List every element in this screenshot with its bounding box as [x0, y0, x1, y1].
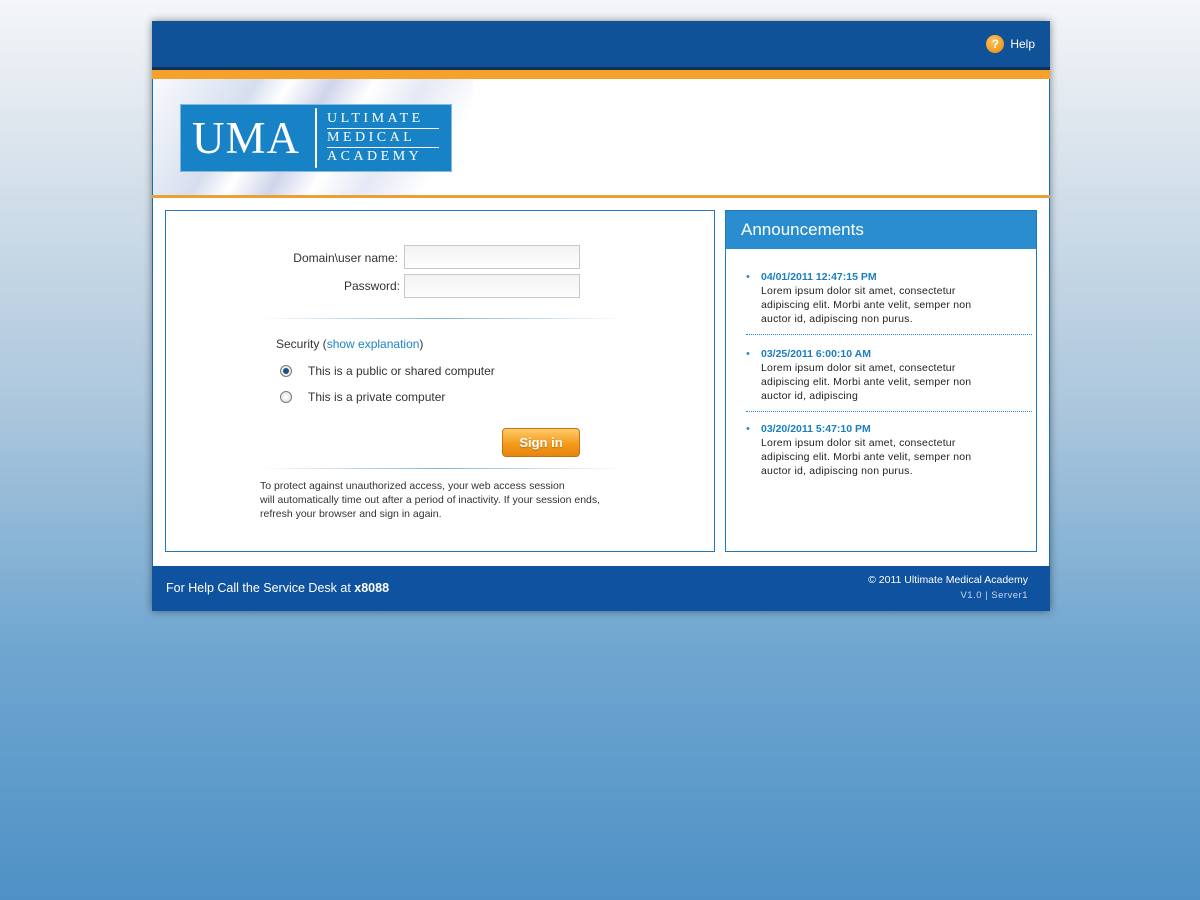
- logo-line-3: ACADEMY: [327, 149, 423, 164]
- question-icon: ?: [986, 35, 1005, 53]
- announcement-date: 03/25/2011 6:00:10 AM: [761, 348, 871, 360]
- top-bar: ? Help: [152, 21, 1050, 67]
- service-desk-extension: x8088: [354, 581, 390, 595]
- help-link[interactable]: ? Help: [986, 35, 1035, 53]
- sign-in-button[interactable]: Sign in: [502, 428, 580, 457]
- footer: For Help Call the Service Desk at x8088 …: [152, 566, 1050, 611]
- logo-line-1: ULTIMATE: [327, 111, 424, 126]
- announcement-item: • 04/01/2011 12:47:15 PM Lorem ipsum dol…: [746, 249, 1032, 334]
- help-label: Help: [1010, 37, 1035, 51]
- username-label: Domain\user name:: [293, 251, 398, 265]
- bullet-icon: •: [746, 348, 750, 360]
- announcement-body: Lorem ipsum dolor sit amet, consectetur …: [761, 285, 972, 325]
- announcement-body: Lorem ipsum dolor sit amet, consectetur …: [761, 437, 972, 477]
- service-desk-text: For Help Call the Service Desk at x8088: [166, 581, 389, 595]
- logo-abbreviation: UMA: [192, 113, 301, 163]
- logo-line-2: MEDICAL: [327, 130, 416, 145]
- note-line: To protect against unauthorized access, …: [260, 480, 565, 492]
- note-line: refresh your browser and sign in again.: [260, 508, 442, 520]
- orange-strip: [152, 70, 1050, 79]
- password-input[interactable]: [404, 274, 580, 298]
- announcement-body: Lorem ipsum dolor sit amet, consectetur …: [761, 362, 972, 402]
- announcement-item: • 03/20/2011 5:47:10 PM Lorem ipsum dolo…: [746, 412, 1032, 486]
- uma-logo: UMA ULTIMATE MEDICAL ACADEMY: [180, 104, 452, 172]
- note-line: will automatically time out after a peri…: [260, 494, 601, 506]
- logo-rule: [327, 128, 439, 129]
- private-computer-radio[interactable]: [280, 391, 292, 403]
- separator: [258, 318, 624, 319]
- private-computer-label[interactable]: This is a private computer: [308, 390, 445, 404]
- bullet-icon: •: [746, 271, 750, 283]
- security-heading: Security (show explanation): [276, 337, 423, 351]
- announcements-panel: Announcements • 04/01/2011 12:47:15 PM L…: [725, 210, 1037, 552]
- content-area: Domain\user name: Password: Security (sh…: [152, 198, 1050, 566]
- session-timeout-note: To protect against unauthorized access, …: [260, 479, 640, 521]
- login-window: ? Help UMA ULTIMATE MEDICAL ACADEMY Doma…: [152, 21, 1050, 611]
- announcement-item: • 03/25/2011 6:00:10 AM Lorem ipsum dolo…: [746, 335, 1032, 411]
- password-label: Password:: [343, 279, 400, 293]
- header-banner: UMA ULTIMATE MEDICAL ACADEMY: [152, 79, 1050, 195]
- logo-divider: [315, 108, 317, 168]
- security-suffix: ): [419, 337, 424, 351]
- logo-rule: [327, 147, 439, 148]
- show-explanation-link[interactable]: show explanation: [327, 337, 420, 351]
- username-input[interactable]: [404, 245, 580, 269]
- announcements-title: Announcements: [726, 211, 1036, 249]
- version-info: V1.0 | Server1: [960, 590, 1028, 601]
- bullet-icon: •: [746, 423, 750, 435]
- login-panel: Domain\user name: Password: Security (sh…: [165, 210, 715, 552]
- separator: [258, 468, 624, 469]
- public-computer-label[interactable]: This is a public or shared computer: [308, 364, 495, 378]
- announcement-date: 04/01/2011 12:47:15 PM: [761, 271, 877, 283]
- service-desk-label: For Help Call the Service Desk at: [166, 581, 355, 595]
- logo-wordmark: ULTIMATE MEDICAL ACADEMY: [327, 111, 439, 165]
- public-computer-radio[interactable]: [280, 365, 292, 377]
- copyright: © 2011 Ultimate Medical Academy: [868, 574, 1028, 586]
- footer-info: © 2011 Ultimate Medical Academy V1.0 | S…: [868, 574, 1028, 601]
- announcement-date: 03/20/2011 5:47:10 PM: [761, 423, 871, 435]
- security-prefix: Security (: [276, 337, 327, 351]
